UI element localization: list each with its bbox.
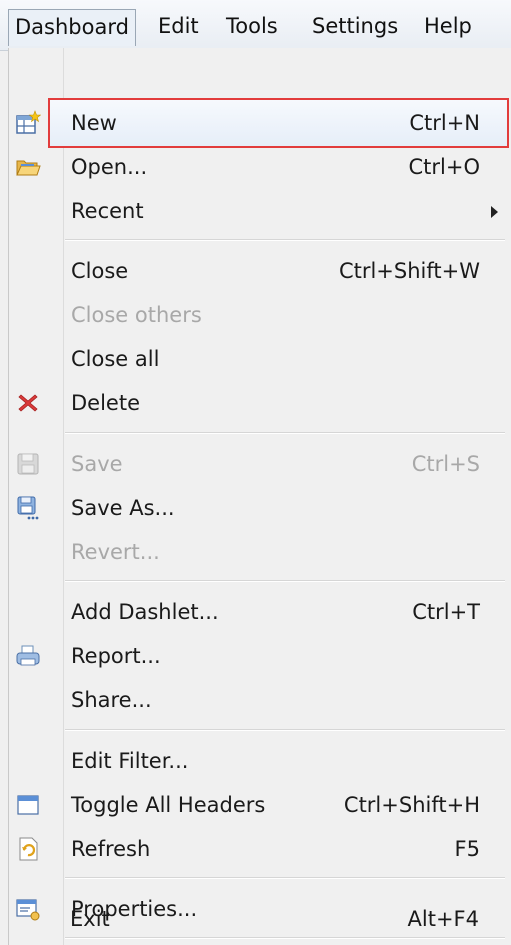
menu-item-shortcut: Ctrl+N — [409, 111, 480, 135]
menubar-item-help[interactable]: Help — [418, 9, 478, 43]
menu-item-close-others: Close others — [9, 293, 511, 337]
menu-item-label: Close others — [71, 303, 202, 327]
report-icon — [15, 643, 41, 669]
menu-bar: Dashboard Edit Tools Settings Help — [0, 0, 511, 51]
menu-separator — [65, 432, 505, 434]
menu-item-label: Add Dashlet... — [71, 600, 219, 624]
submenu-arrow-icon — [491, 206, 498, 218]
menu-item-label: New — [71, 111, 117, 135]
save-as-icon — [15, 495, 41, 521]
menu-item-open[interactable]: Open... Ctrl+O — [9, 145, 511, 189]
menu-separator — [65, 877, 505, 879]
menu-item-shortcut: Ctrl+Shift+H — [343, 793, 480, 817]
menu-separator — [65, 580, 505, 582]
menubar-item-edit[interactable]: Edit — [152, 9, 205, 43]
delete-x-icon — [15, 390, 41, 416]
menu-item-label: Delete — [71, 391, 140, 415]
menu-item-label: Revert... — [71, 540, 160, 564]
menubar-item-settings[interactable]: Settings — [306, 9, 404, 43]
menu-item-label: Toggle All Headers — [71, 793, 266, 817]
menu-item-label: Save As... — [71, 496, 175, 520]
menu-item-toggle-all-headers[interactable]: Toggle All Headers Ctrl+Shift+H — [9, 783, 511, 827]
menu-item-recent[interactable]: Recent — [9, 189, 511, 233]
menu-item-exit[interactable]: Exit Alt+F4 — [8, 897, 511, 941]
new-dashboard-icon — [15, 110, 42, 136]
menu-item-shortcut: Alt+F4 — [407, 907, 479, 931]
menu-item-label: Edit Filter... — [71, 749, 189, 773]
menu-item-edit-filter[interactable]: Edit Filter... — [9, 739, 511, 783]
menu-item-save-as[interactable]: Save As... — [9, 486, 511, 530]
menu-item-refresh[interactable]: Refresh F5 — [9, 827, 511, 871]
dashboard-menu: New Ctrl+N Open... Ctrl+O Recent Close C… — [8, 48, 511, 945]
menu-item-shortcut: Ctrl+T — [412, 600, 480, 624]
menu-item-close[interactable]: Close Ctrl+Shift+W — [9, 249, 511, 293]
menu-item-close-all[interactable]: Close all — [9, 337, 511, 381]
menu-item-save: Save Ctrl+S — [9, 442, 511, 486]
menu-item-label: Share... — [71, 688, 152, 712]
menubar-item-tools[interactable]: Tools — [220, 9, 284, 43]
menu-item-label: Close all — [71, 347, 160, 371]
menu-item-shortcut: F5 — [454, 837, 480, 861]
menu-item-add-dashlet[interactable]: Add Dashlet... Ctrl+T — [9, 590, 511, 634]
menu-item-label: Open... — [71, 155, 148, 179]
menu-separator — [65, 729, 505, 731]
menu-item-shortcut: Ctrl+S — [411, 452, 480, 476]
menu-item-label: Close — [71, 259, 129, 283]
menu-item-label: Refresh — [71, 837, 151, 861]
window-header-icon — [15, 792, 41, 818]
menu-item-label: Recent — [71, 199, 144, 223]
menu-item-shortcut: Ctrl+Shift+W — [338, 259, 480, 283]
folder-open-icon — [15, 154, 41, 180]
menu-item-label: Exit — [70, 907, 110, 931]
menu-item-revert: Revert... — [9, 530, 511, 574]
menubar-item-dashboard[interactable]: Dashboard — [8, 9, 136, 46]
menu-item-label: Report... — [71, 644, 161, 668]
menu-item-share[interactable]: Share... — [9, 678, 511, 722]
menu-item-delete[interactable]: Delete — [9, 381, 511, 425]
menu-item-new[interactable]: New Ctrl+N — [9, 101, 511, 145]
menu-item-shortcut: Ctrl+O — [408, 155, 481, 179]
menu-item-report[interactable]: Report... — [9, 634, 511, 678]
save-disk-icon — [15, 451, 41, 477]
menu-separator — [65, 239, 505, 241]
menu-item-label: Save — [71, 452, 123, 476]
refresh-icon — [15, 836, 41, 862]
